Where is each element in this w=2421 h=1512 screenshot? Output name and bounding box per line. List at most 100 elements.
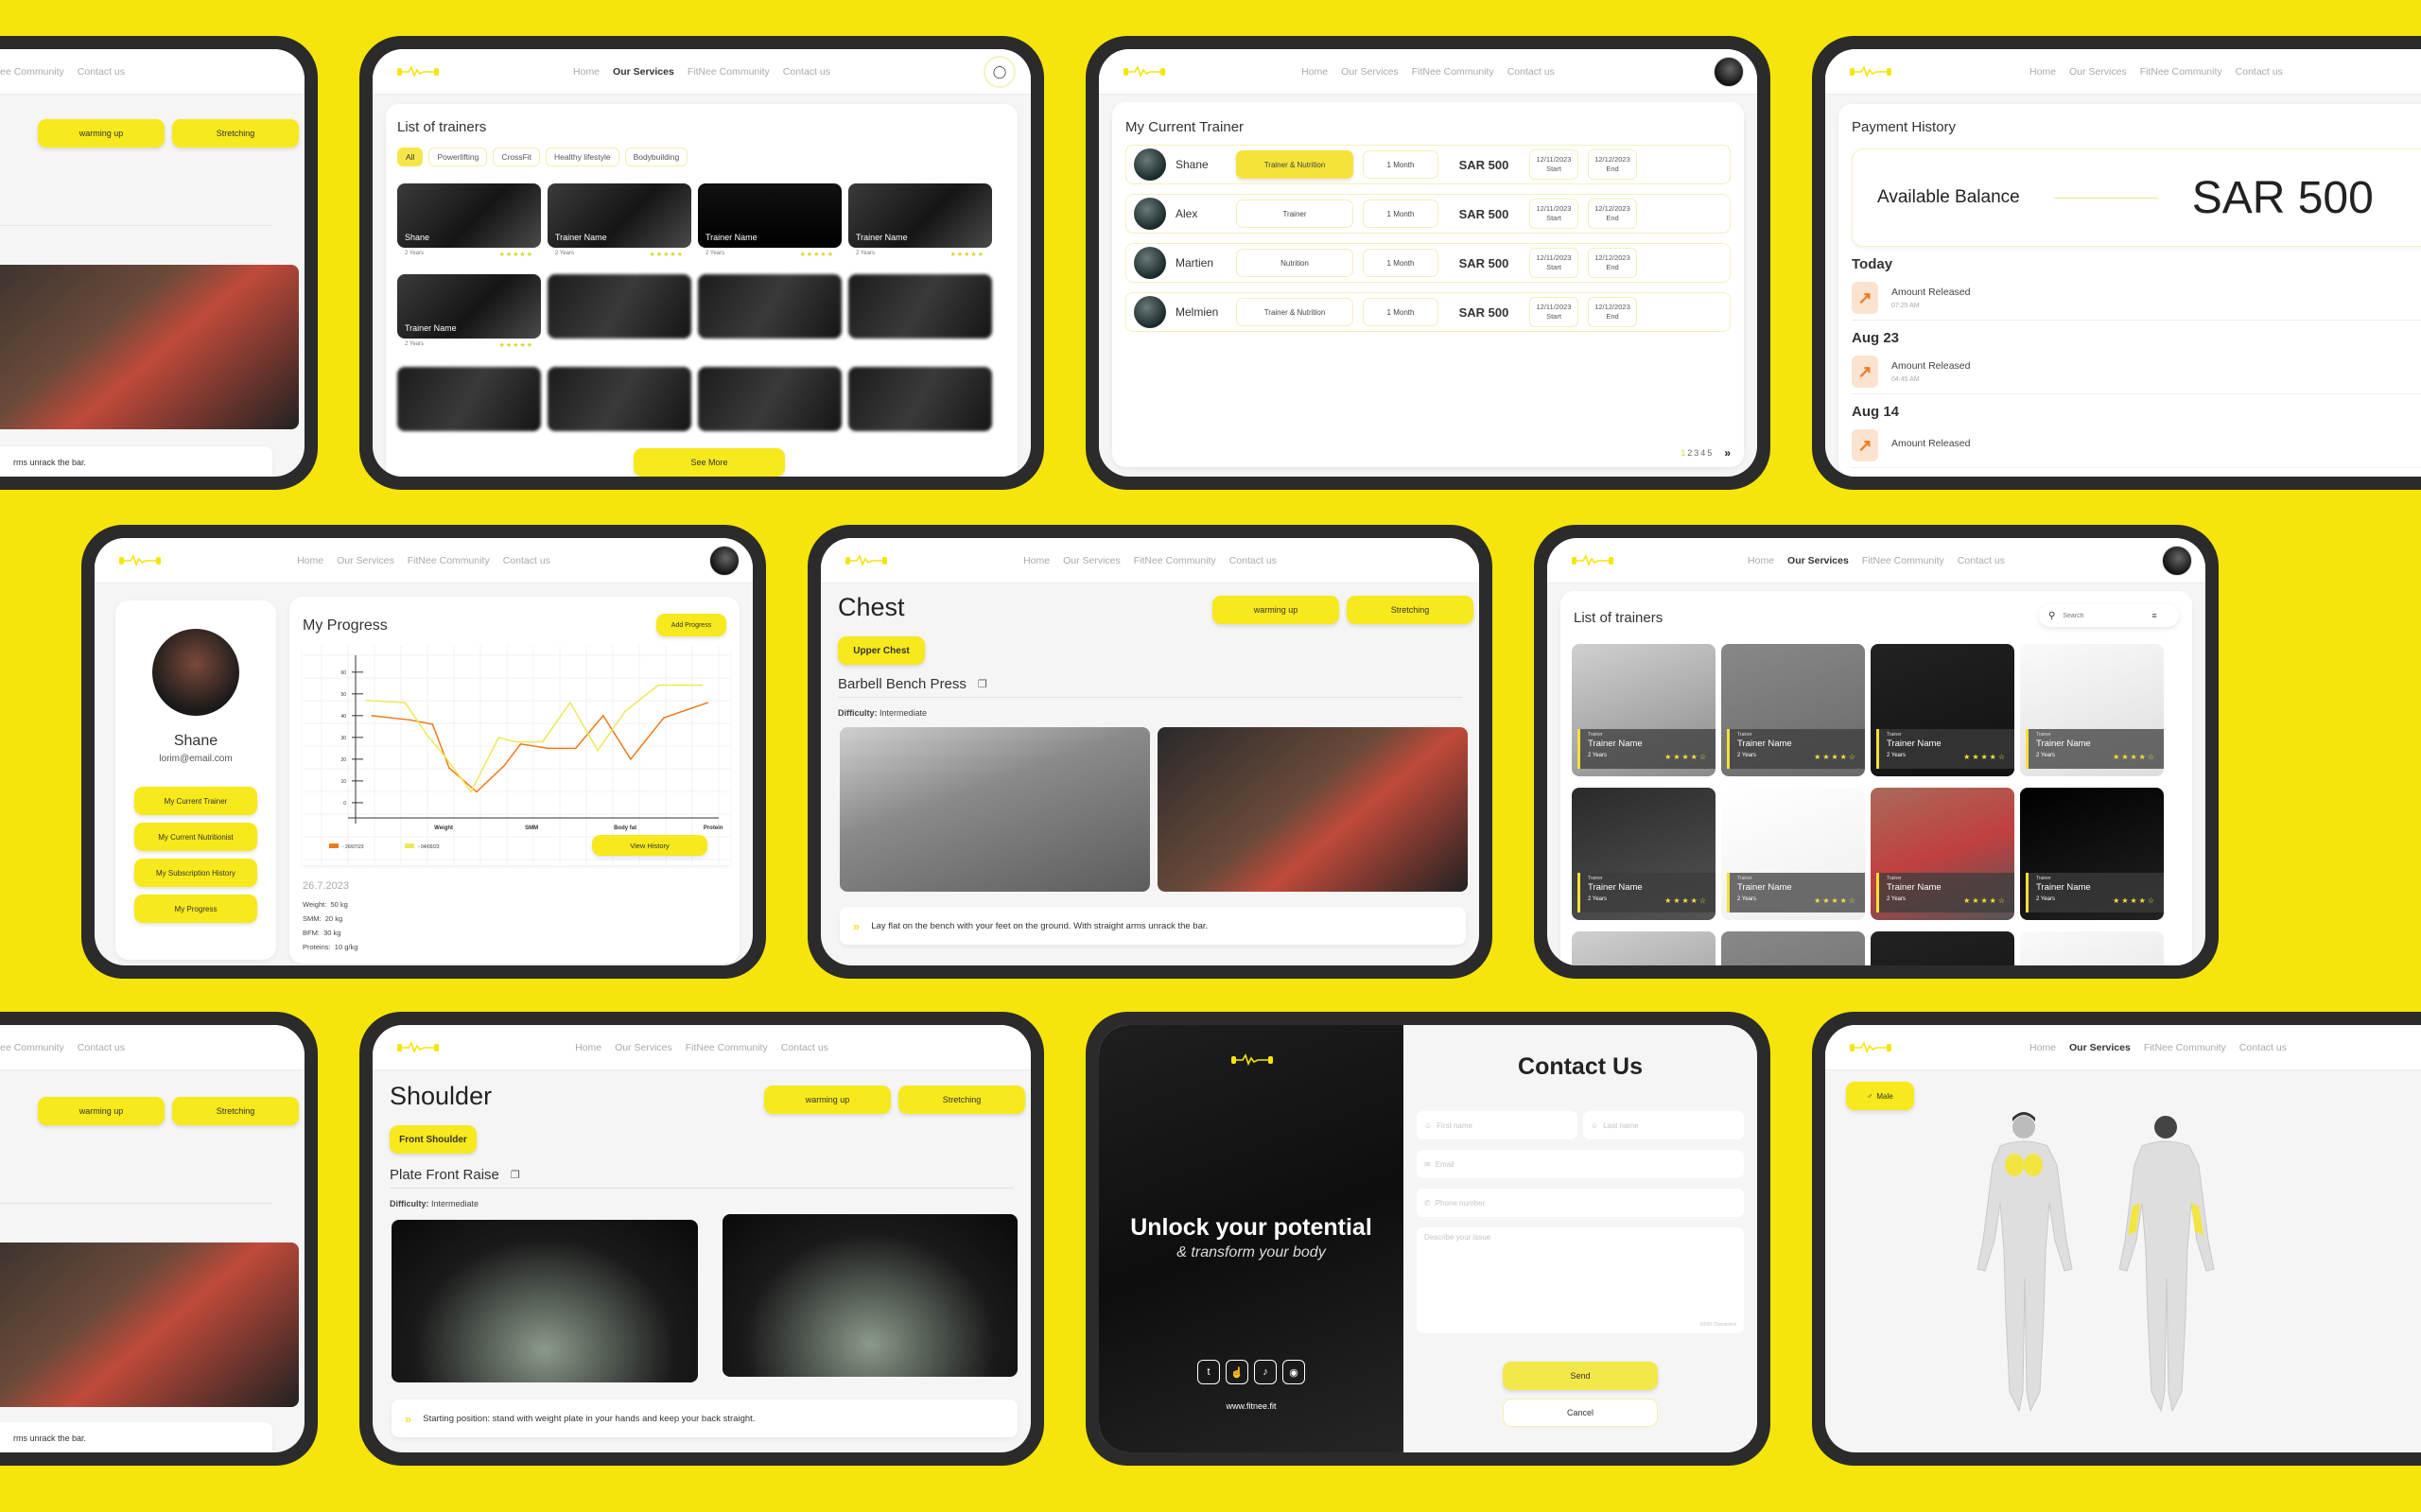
menu-current-nutritionist[interactable]: My Current Nutritionist — [134, 823, 257, 851]
trainer-card[interactable]: Shane 2 Years ★★★★★ — [397, 183, 541, 267]
warmup-button[interactable]: warming up — [38, 1097, 165, 1125]
page-5[interactable]: 5 — [1707, 448, 1712, 458]
first-name-field[interactable]: ☺ First name — [1417, 1111, 1577, 1139]
website-link[interactable]: www.fitnee.fit — [1099, 1401, 1403, 1411]
warmup-button[interactable]: warming up — [1212, 596, 1339, 624]
next-page-icon[interactable]: » — [1724, 446, 1731, 460]
filter-crossfit[interactable]: CrossFit — [493, 148, 541, 166]
trainer-card[interactable]: Trainer Name 2 Years ★★★★★ — [548, 183, 691, 267]
user-avatar[interactable] — [2162, 546, 2192, 576]
filter-powerlifting[interactable]: Powerlifting — [428, 148, 488, 166]
nav-community[interactable]: FitNee Community — [408, 555, 490, 566]
nav-community[interactable]: FitNee Community — [1412, 66, 1494, 78]
page-2[interactable]: 2 — [1687, 448, 1692, 458]
twitter-icon[interactable]: t — [1197, 1360, 1220, 1384]
nav-community[interactable]: FitNee Community — [688, 66, 770, 78]
nav-contact[interactable]: Contact us — [783, 66, 830, 78]
search-input[interactable] — [2063, 612, 2145, 619]
trainer-card-partial[interactable] — [1871, 931, 2014, 965]
nav-community[interactable]: Nee Community — [0, 66, 64, 78]
trainer-card[interactable]: Trainer Trainer Name 2 Years ★★★★☆ — [2020, 788, 2164, 920]
nav-community[interactable]: FitNee Community — [2140, 66, 2222, 78]
email-field[interactable]: ✉ Email — [1417, 1150, 1744, 1178]
trainer-card-partial[interactable] — [2020, 931, 2164, 965]
copy-icon[interactable]: ❐ — [511, 1169, 520, 1181]
nav-services[interactable]: Our Services — [613, 66, 674, 78]
logo-icon[interactable] — [397, 1041, 439, 1054]
nav-services[interactable]: Our Services — [615, 1042, 672, 1053]
nav-contact[interactable]: Contact us — [781, 1042, 828, 1053]
nav-contact[interactable]: Contact us — [1958, 555, 2005, 566]
logo-icon[interactable] — [1123, 65, 1165, 78]
nav-services[interactable]: Our Services — [1341, 66, 1399, 78]
view-history-button[interactable]: View History — [592, 835, 707, 856]
nav-services[interactable]: Our Services — [1063, 555, 1121, 566]
plan-badge[interactable]: Trainer & Nutrition — [1236, 298, 1353, 326]
trainer-card[interactable]: Trainer Trainer Name 2 Years ★★★★☆ — [1572, 788, 1716, 920]
nav-home[interactable]: Home — [1023, 555, 1050, 566]
transaction-row[interactable]: ↗ Amount Released07:25 AM - SAR — [1852, 276, 2421, 321]
nav-home[interactable]: Home — [2029, 66, 2056, 78]
see-more-button[interactable]: See More — [634, 448, 785, 477]
add-progress-button[interactable]: Add Progress — [656, 614, 726, 636]
warmup-button[interactable]: warming up — [764, 1086, 891, 1114]
search-box[interactable]: ⚲ ≡ — [2039, 604, 2179, 627]
menu-subscription-history[interactable]: My Subscription History — [134, 859, 257, 887]
filter-bodybuilding[interactable]: Bodybuilding — [624, 148, 688, 166]
last-name-field[interactable]: ☺ Last name — [1583, 1111, 1744, 1139]
nav-contact[interactable]: Contact us — [2239, 1042, 2287, 1053]
copy-icon[interactable]: ❐ — [978, 678, 987, 690]
chest-left-muscle[interactable] — [2005, 1154, 2024, 1176]
page-1[interactable]: 1 — [1681, 448, 1685, 458]
chest-right-muscle[interactable] — [2024, 1154, 2043, 1176]
filter-all[interactable]: All — [397, 148, 424, 166]
menu-my-progress[interactable]: My Progress — [134, 895, 257, 923]
phone-field[interactable]: ✆ Phone number — [1417, 1189, 1744, 1217]
nav-community[interactable]: FitNee Community — [686, 1042, 768, 1053]
user-avatar[interactable] — [1714, 57, 1744, 87]
warmup-button[interactable]: warming up — [38, 119, 165, 148]
logo-icon[interactable] — [1850, 1041, 1891, 1054]
subgroup-button[interactable]: Upper Chest — [838, 636, 925, 665]
logo-icon[interactable] — [1572, 554, 1613, 567]
nav-home[interactable]: Home — [575, 1042, 601, 1053]
nav-community[interactable]: FitNee Community — [2144, 1042, 2226, 1053]
filter-healthy-lifestyle[interactable]: Healthy lifestyle — [546, 148, 619, 166]
trainer-card[interactable]: Trainer Name 2 Years ★★★★★ — [698, 183, 842, 267]
logo-icon[interactable] — [845, 554, 887, 567]
nav-community[interactable]: FitNee Community — [1862, 555, 1944, 566]
trainer-card[interactable]: Trainer Trainer Name 2 Years ★★★★☆ — [1721, 788, 1865, 920]
page-4[interactable]: 4 — [1700, 448, 1705, 458]
nav-home[interactable]: Home — [573, 66, 600, 78]
nav-home[interactable]: Home — [1301, 66, 1328, 78]
nav-home[interactable]: Home — [297, 555, 323, 566]
user-avatar[interactable] — [709, 546, 740, 576]
logo-icon[interactable] — [1850, 65, 1891, 78]
nav-community[interactable]: Nee Community — [0, 1042, 64, 1053]
trainer-card[interactable]: Trainer Trainer Name 2 Years ★★★★☆ — [1871, 644, 2014, 776]
page-3[interactable]: 3 — [1694, 448, 1698, 458]
gender-toggle[interactable]: ♂ Male — [1846, 1082, 1914, 1110]
transaction-row[interactable]: ↗ Amount Released — [1852, 424, 2421, 468]
cancel-button[interactable]: Cancel — [1503, 1399, 1658, 1427]
nav-services[interactable]: Our Services — [1787, 555, 1849, 566]
nav-contact[interactable]: Contact us — [1507, 66, 1555, 78]
stretching-button[interactable]: Stretching — [172, 1097, 299, 1125]
trainer-card-partial[interactable] — [1572, 931, 1716, 965]
send-button[interactable]: Send — [1503, 1362, 1658, 1390]
tiktok-icon[interactable]: ♪ — [1254, 1360, 1277, 1384]
stretching-button[interactable]: Stretching — [1347, 596, 1473, 624]
plan-badge[interactable]: Nutrition — [1236, 249, 1353, 277]
filter-icon[interactable]: ≡ — [2151, 611, 2156, 620]
plan-badge[interactable]: Trainer & Nutrition — [1236, 150, 1353, 179]
nav-home[interactable]: Home — [2029, 1042, 2056, 1053]
menu-current-trainer[interactable]: My Current Trainer — [134, 787, 257, 815]
logo-icon[interactable] — [397, 65, 439, 78]
user-button[interactable]: ◯ — [984, 56, 1016, 88]
nav-contact[interactable]: Contact us — [78, 66, 125, 78]
trainer-card[interactable]: Trainer Name 2 Years ★★★★★ — [397, 274, 541, 357]
nav-services[interactable]: Our Services — [2069, 1042, 2131, 1053]
trainer-card-partial[interactable] — [1721, 931, 1865, 965]
logo-icon[interactable] — [1231, 1053, 1273, 1067]
plan-badge[interactable]: Trainer — [1236, 200, 1353, 228]
